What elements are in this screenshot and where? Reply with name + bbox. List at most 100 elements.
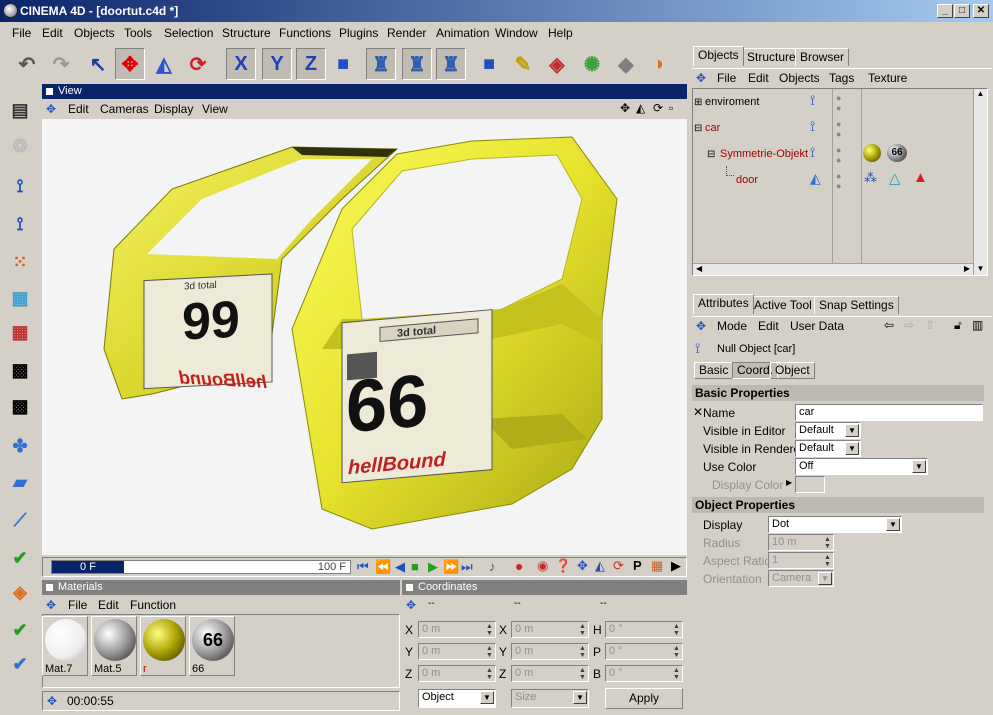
display-select[interactable]: Dot ▼ bbox=[768, 516, 902, 533]
visibility-dots-icon[interactable]: ● ● bbox=[836, 171, 841, 191]
name-input[interactable]: car bbox=[795, 404, 983, 421]
view-menu-view[interactable]: View bbox=[202, 102, 228, 116]
deformer-icon[interactable]: ◆ bbox=[611, 48, 641, 80]
phong-tag-icon[interactable]: ⁂ bbox=[864, 170, 877, 186]
visibility-dots-icon[interactable]: ● ● bbox=[836, 119, 841, 139]
tab-active-tool[interactable]: Active Tool bbox=[749, 296, 817, 314]
coord-pos-y[interactable]: 0 m ▲ ▼ bbox=[418, 643, 496, 660]
attributes-menu-edit[interactable]: Edit bbox=[758, 319, 779, 333]
scroll-up-icon[interactable]: ▲ bbox=[974, 89, 987, 98]
key-scale-icon[interactable]: ◭ bbox=[595, 558, 605, 574]
expand-minus-icon[interactable]: ⊟ bbox=[707, 149, 715, 160]
menu-plugins[interactable]: Plugins bbox=[339, 26, 378, 40]
z-axis-lock-icon[interactable]: Z bbox=[296, 48, 326, 80]
key-pla-icon[interactable]: ▦ bbox=[651, 558, 663, 574]
material-swatch[interactable]: Mat.7 bbox=[42, 616, 88, 676]
coord-rot-h[interactable]: 0 ° ▲ ▼ bbox=[605, 621, 683, 638]
view-move-icon[interactable]: ✥ bbox=[620, 101, 630, 115]
plugin-icon[interactable]: ✔ bbox=[4, 648, 36, 680]
dropdown-arrow-icon[interactable]: ▼ bbox=[573, 691, 587, 704]
forward-arrow-icon[interactable]: ⇨ bbox=[904, 318, 914, 332]
goto-end-icon[interactable]: ⏭ bbox=[461, 559, 473, 575]
uv-tool-icon[interactable]: ▦ bbox=[4, 316, 36, 348]
coord-size-z[interactable]: 0 m ▲ ▼ bbox=[511, 665, 589, 682]
menu-tools[interactable]: Tools bbox=[124, 26, 152, 40]
menu-help[interactable]: Help bbox=[548, 26, 573, 40]
menu-render[interactable]: Render bbox=[387, 26, 426, 40]
scale-tool-icon[interactable]: ◭ bbox=[149, 48, 179, 80]
bone-icon[interactable]: ▰ bbox=[4, 466, 36, 498]
coord-size-select[interactable]: Size ▼ bbox=[511, 689, 589, 708]
edges-tool-icon[interactable]: ⟟ bbox=[4, 208, 36, 240]
texture-tag-icon[interactable]: 66 bbox=[887, 144, 907, 162]
material-swatch[interactable]: 66 66 bbox=[189, 616, 235, 676]
coord-pos-x[interactable]: 0 m ▲ ▼ bbox=[418, 621, 496, 638]
apply-button[interactable]: Apply bbox=[605, 688, 683, 709]
attributes-menu-mode[interactable]: Mode bbox=[717, 319, 747, 333]
menu-objects[interactable]: Objects bbox=[74, 26, 115, 40]
autokey-icon[interactable]: ◉ bbox=[537, 558, 548, 574]
polygons-tool-icon[interactable]: ⁙ bbox=[4, 246, 36, 278]
display-color-swatch[interactable] bbox=[795, 476, 825, 493]
back-arrow-icon[interactable]: ⇦ bbox=[884, 318, 894, 332]
menu-file[interactable]: File bbox=[12, 26, 31, 40]
scroll-left-icon[interactable]: ◀ bbox=[696, 264, 702, 273]
world-coordinates-icon[interactable]: ■ bbox=[328, 48, 358, 80]
menu-functions[interactable]: Functions bbox=[279, 26, 331, 40]
expand-minus-icon[interactable]: ⊟ bbox=[694, 123, 702, 134]
coord-rot-p[interactable]: 0 ° ▲ ▼ bbox=[605, 643, 683, 660]
view-camera-icon[interactable]: ✥ bbox=[46, 102, 56, 116]
cube-primitive-icon[interactable]: ■ bbox=[474, 48, 504, 80]
new-window-icon[interactable]: ▥ bbox=[972, 318, 983, 332]
objects-vscrollbar[interactable]: ▲ ▼ bbox=[973, 89, 987, 275]
selection-tag-icon[interactable]: ▲ bbox=[913, 169, 928, 186]
texture-axis-icon[interactable]: ▩ bbox=[4, 390, 36, 422]
spin-icon[interactable]: ▲ ▼ bbox=[672, 645, 681, 659]
subtab-object[interactable]: Object bbox=[770, 362, 815, 379]
minimize-button[interactable]: _ bbox=[937, 4, 953, 18]
coord-size-x[interactable]: 0 m ▲ ▼ bbox=[511, 621, 589, 638]
viewport-3d[interactable]: 99 hellBound 3d total 3d total 66 hellBo… bbox=[42, 119, 687, 555]
spin-icon[interactable]: ▲ ▼ bbox=[578, 645, 587, 659]
selection-tag-icon[interactable]: △ bbox=[889, 169, 901, 187]
render-settings-icon[interactable]: ♜ bbox=[436, 48, 466, 80]
tab-attributes[interactable]: Attributes bbox=[693, 294, 754, 314]
prev-key-icon[interactable]: ⏪ bbox=[375, 559, 391, 575]
objects-menu-objects[interactable]: Objects bbox=[779, 71, 820, 85]
view-menu-display[interactable]: Display bbox=[154, 102, 193, 116]
maximize-button[interactable]: □ bbox=[954, 4, 970, 18]
materials-menu-file[interactable]: File bbox=[68, 598, 87, 612]
material-tag-icon[interactable] bbox=[863, 144, 881, 162]
visible-renderer-select[interactable]: Default ▼ bbox=[795, 440, 861, 457]
close-button[interactable]: ✕ bbox=[973, 4, 989, 18]
dropdown-arrow-icon[interactable]: ▼ bbox=[886, 518, 900, 531]
visibility-dots-icon[interactable]: ● ● bbox=[836, 145, 841, 165]
play-back-icon[interactable]: ◀ bbox=[395, 559, 405, 575]
attributes-menu-userdata[interactable]: User Data bbox=[790, 319, 844, 333]
pointer-icon[interactable]: ↖ bbox=[83, 48, 113, 80]
y-axis-lock-icon[interactable]: Y bbox=[262, 48, 292, 80]
ik-icon[interactable]: ⟋ bbox=[4, 504, 36, 536]
snap-enable-icon[interactable]: ✔ bbox=[4, 542, 36, 574]
spin-icon[interactable]: ▲ ▼ bbox=[578, 667, 587, 681]
scroll-down-icon[interactable]: ▼ bbox=[974, 264, 987, 273]
spin-icon[interactable]: ▲ ▼ bbox=[578, 623, 587, 637]
tab-objects[interactable]: Objects bbox=[693, 46, 744, 66]
stop-icon[interactable]: ■ bbox=[411, 559, 419, 574]
coord-pos-z[interactable]: 0 m ▲ ▼ bbox=[418, 665, 496, 682]
undo-icon[interactable]: ↶ bbox=[12, 48, 42, 80]
scene-object-icon[interactable]: ◗ bbox=[645, 48, 675, 80]
use-color-select[interactable]: Off ▼ bbox=[795, 458, 928, 475]
view-zoom-icon[interactable]: ◭ bbox=[636, 101, 645, 115]
dropdown-arrow-icon[interactable]: ▼ bbox=[845, 424, 859, 437]
timeline-slider[interactable]: 0 F 100 F bbox=[51, 560, 351, 574]
spin-icon[interactable]: ▲ ▼ bbox=[485, 645, 494, 659]
tab-browser[interactable]: Browser bbox=[795, 48, 850, 66]
materials-menu-edit[interactable]: Edit bbox=[98, 598, 119, 612]
spin-icon[interactable]: ▲ ▼ bbox=[672, 623, 681, 637]
redo-icon[interactable]: ↷ bbox=[46, 48, 76, 80]
next-key-icon[interactable]: ⏩ bbox=[443, 559, 459, 575]
dropdown-arrow-icon[interactable]: ▼ bbox=[912, 460, 926, 473]
objects-menu-file[interactable]: File bbox=[717, 71, 736, 85]
spline-icon[interactable]: ✎ bbox=[508, 48, 538, 80]
